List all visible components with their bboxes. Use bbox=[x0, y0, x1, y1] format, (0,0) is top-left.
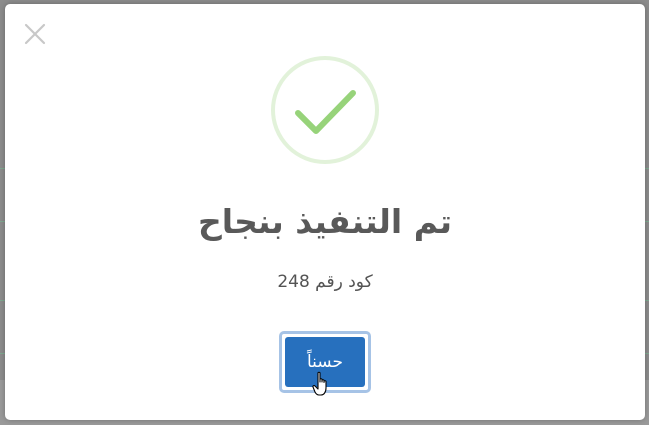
close-icon bbox=[24, 23, 46, 45]
dialog-message: كود رقم 248 bbox=[277, 272, 373, 292]
success-checkmark-icon bbox=[270, 55, 380, 165]
confirm-button[interactable]: حسناً bbox=[279, 331, 371, 393]
close-button[interactable] bbox=[23, 22, 47, 46]
dialog-title: تم التنفيذ بنجاح bbox=[198, 202, 452, 241]
confirm-button-label: حسناً bbox=[285, 337, 365, 387]
success-dialog: تم التنفيذ بنجاح كود رقم 248 حسناً bbox=[5, 4, 645, 420]
